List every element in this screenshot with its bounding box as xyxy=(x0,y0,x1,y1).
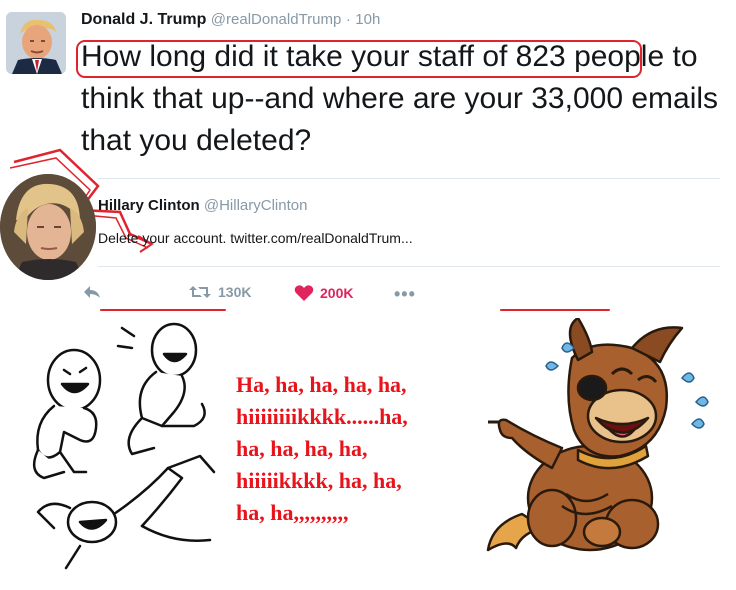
quote-header: Hillary Clinton @HillaryClinton xyxy=(98,197,307,214)
retweet-button[interactable]: 130K xyxy=(188,284,251,300)
laughing-figures-illustration xyxy=(32,322,216,570)
avatar-clinton-portrait xyxy=(0,174,96,280)
quote-divider-top xyxy=(98,178,720,179)
laughing-dog-illustration xyxy=(486,318,709,552)
avatar-clinton[interactable] xyxy=(0,174,96,280)
more-icon: ••• xyxy=(394,284,416,304)
quote-divider-bottom xyxy=(98,266,720,267)
meme-line: ha, ha, ha, ha, xyxy=(236,436,368,461)
tweet-actions: 130K 200K ••• xyxy=(82,284,482,306)
like-count: 200K xyxy=(320,285,354,301)
meme-laugh-text: Ha, ha, ha, ha, ha, hiiiiiiiikkkk......h… xyxy=(236,369,496,529)
meme-line: hiiiiikkkk, ha, ha, xyxy=(236,468,402,493)
red-underline-left xyxy=(100,309,226,311)
like-button[interactable]: 200K xyxy=(294,284,353,302)
reply-icon xyxy=(84,286,100,298)
heart-icon xyxy=(294,285,314,301)
retweet-icon xyxy=(189,286,211,298)
retweet-count: 130K xyxy=(218,284,252,300)
meme-line: Ha, ha, ha, ha, ha, xyxy=(236,372,407,397)
quote-author-handle[interactable]: @HillaryClinton xyxy=(204,197,308,214)
quote-author-name[interactable]: Hillary Clinton xyxy=(98,197,200,214)
more-options-button[interactable]: ••• xyxy=(394,284,416,305)
meme-line: hiiiiiiiikkkk......ha, xyxy=(236,404,408,429)
reply-button[interactable] xyxy=(82,284,102,300)
quote-text[interactable]: Delete your account. twitter.com/realDon… xyxy=(98,230,413,246)
meme-line: ha, ha,,,,,,,,,, xyxy=(236,500,349,525)
red-underline-right xyxy=(500,309,610,311)
